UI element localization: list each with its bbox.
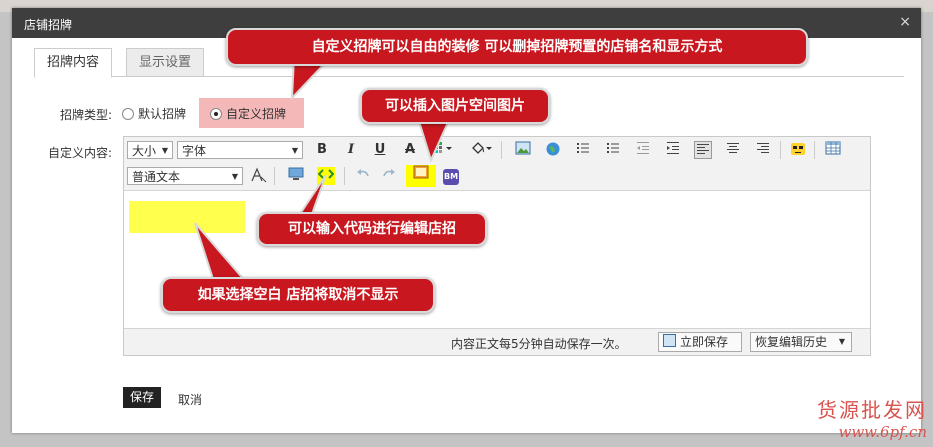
watermark-title: 货源批发网 — [817, 398, 927, 422]
callout-code-tail — [298, 174, 327, 215]
callout-edit-code: 可以输入代码进行编辑店招 — [257, 212, 487, 246]
callout-blank-tail — [194, 222, 249, 283]
callout-insert-image: 可以插入图片空间图片 — [360, 88, 550, 124]
callout-blank-sign: 如果选择空白 店招将取消不显示 — [161, 277, 435, 313]
site-watermark: 货源批发网 www.6pf.cn — [817, 394, 927, 441]
watermark-url: www.6pf.cn — [838, 423, 928, 441]
callout-custom-sign: 自定义招牌可以自由的装修 可以删掉招牌预置的店铺名和显示方式 — [226, 28, 808, 66]
callout-image-tail — [416, 117, 452, 163]
